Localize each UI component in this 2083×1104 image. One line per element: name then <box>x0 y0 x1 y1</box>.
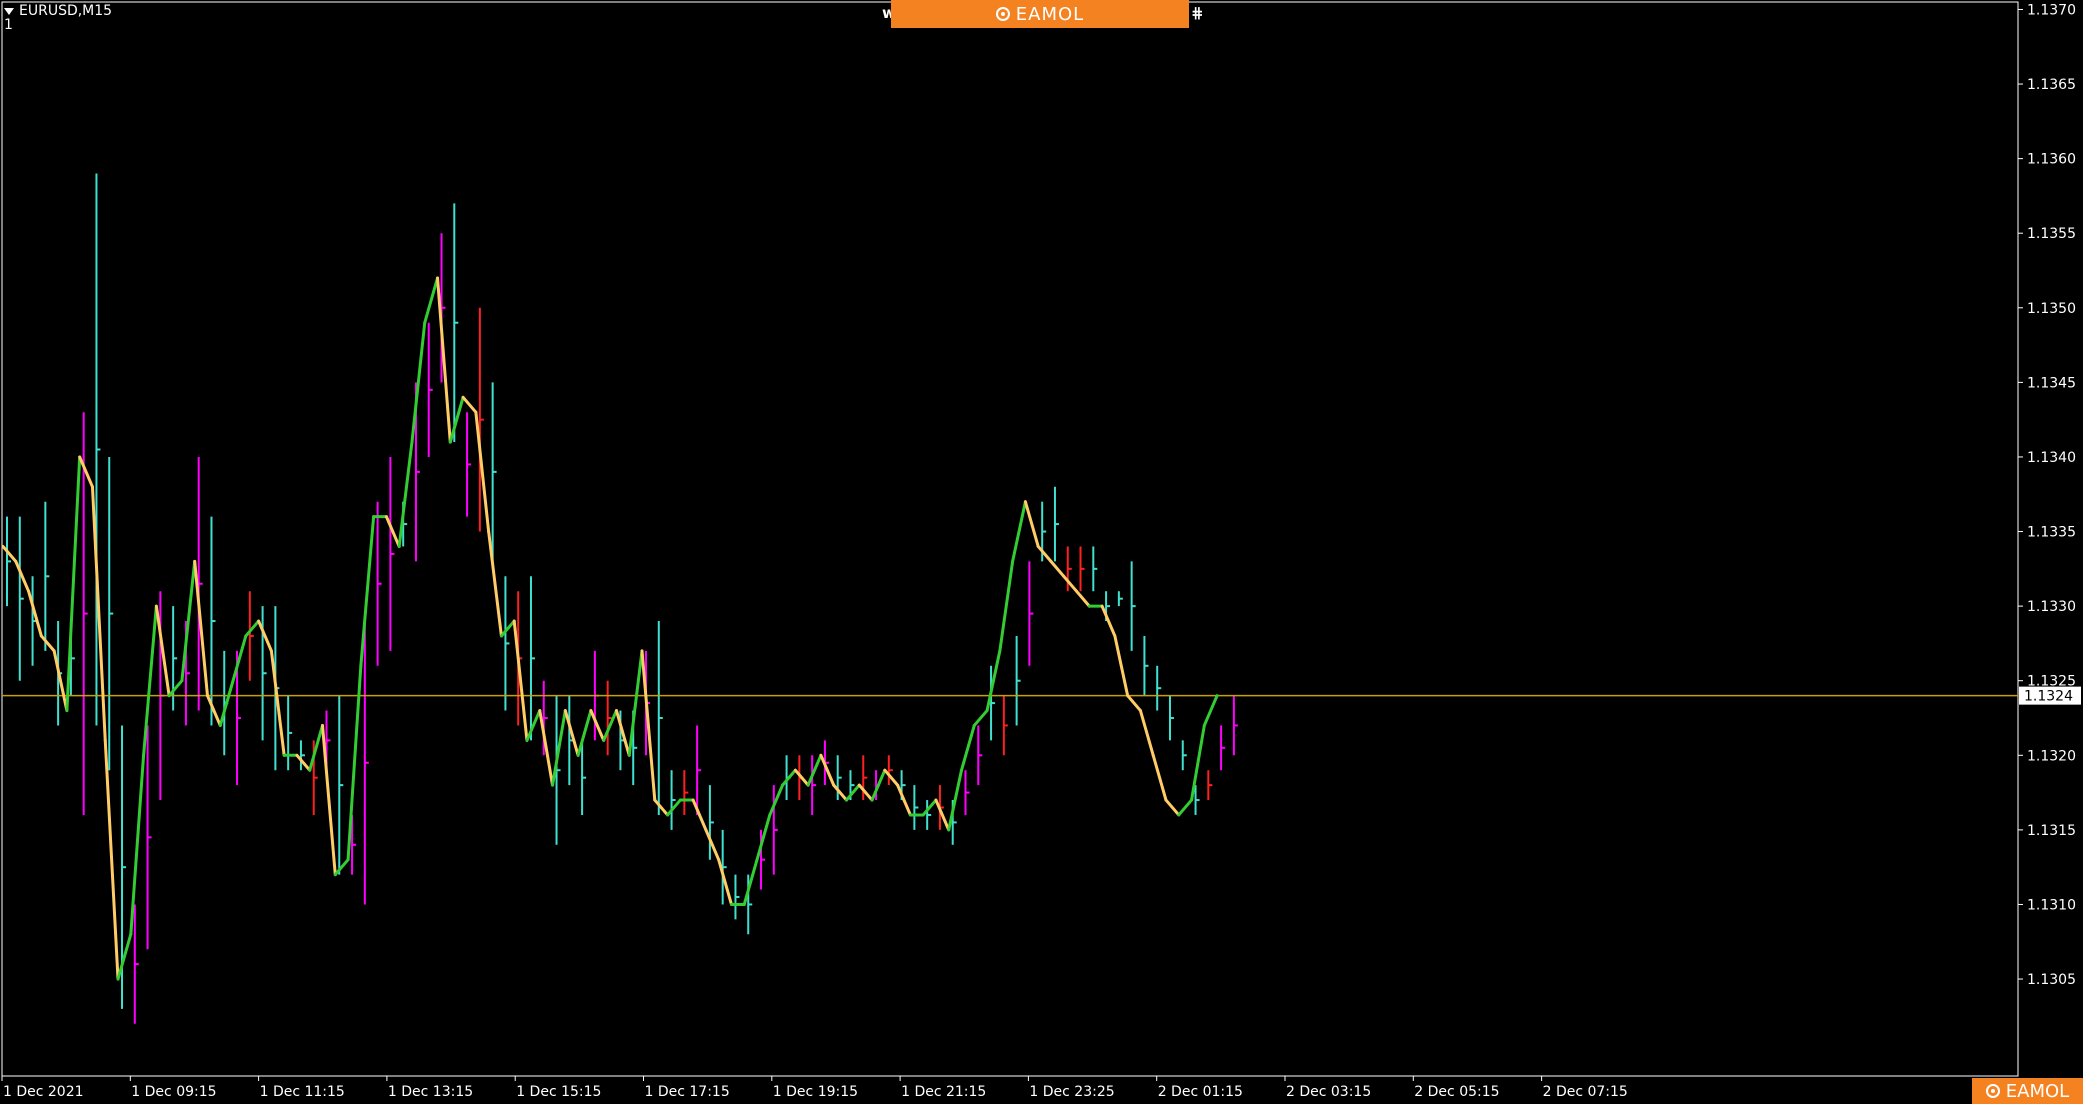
current-price-tag-label: 1.1324 <box>2024 689 2073 705</box>
y-axis-tick-label: 1.1340 <box>2027 450 2076 466</box>
brand-banner: EAMOL <box>891 0 1189 28</box>
symbol-label: EURUSD,M15 <box>19 3 113 19</box>
x-axis-tick-label: 2 Dec 01:15 <box>1158 1084 1243 1100</box>
x-axis-tick-label: 2 Dec 07:15 <box>1543 1084 1628 1100</box>
y-axis-tick-label: 1.1360 <box>2027 152 2076 168</box>
x-axis-tick-label: 1 Dec 2021 <box>3 1084 84 1100</box>
y-axis-tick-label: 1.1365 <box>2027 77 2076 93</box>
y-axis-tick-label: 1.1330 <box>2027 599 2076 615</box>
y-axis-tick-label: 1.1355 <box>2027 226 2076 242</box>
y-axis-tick-label: 1.1320 <box>2027 748 2076 764</box>
price-chart[interactable]: 1.13051.13101.13151.13201.13251.13301.13… <box>0 0 2083 1104</box>
brand-label: EAMOL <box>1015 3 1085 25</box>
x-axis-tick-label: 1 Dec 23:25 <box>1029 1084 1114 1100</box>
dropdown-triangle-icon[interactable] <box>4 7 14 15</box>
partially-hidden-text-right: ⋕ <box>1191 4 1204 22</box>
y-axis-tick-label: 1.1310 <box>2027 897 2076 913</box>
x-axis-tick-label: 1 Dec 21:15 <box>901 1084 986 1100</box>
y-axis-tick-label: 1.1350 <box>2027 301 2076 317</box>
brand-watermark: EAMOL <box>1972 1078 2083 1104</box>
x-axis-tick-label: 2 Dec 05:15 <box>1414 1084 1499 1100</box>
brand-logo-icon-small <box>1985 1084 2000 1098</box>
brand-watermark-label: EAMOL <box>2005 1080 2070 1102</box>
subwindow-label: 1 <box>4 17 13 33</box>
brand-logo-icon <box>995 7 1010 21</box>
y-axis-tick-label: 1.1335 <box>2027 525 2076 541</box>
x-axis-tick-label: 1 Dec 17:15 <box>645 1084 730 1100</box>
x-axis-tick-label: 1 Dec 11:15 <box>260 1084 345 1100</box>
chart-symbol-header: EURUSD,M15 1 <box>4 4 112 32</box>
y-axis-tick-label: 1.1315 <box>2027 823 2076 839</box>
y-axis-tick-label: 1.1370 <box>2027 2 2076 18</box>
x-axis-tick-label: 1 Dec 13:15 <box>388 1084 473 1100</box>
x-axis-tick-label: 1 Dec 15:15 <box>516 1084 601 1100</box>
y-axis-tick-label: 1.1345 <box>2027 375 2076 391</box>
x-axis-tick-label: 1 Dec 19:15 <box>773 1084 858 1100</box>
x-axis-tick-label: 2 Dec 03:15 <box>1286 1084 1371 1100</box>
y-axis-tick-label: 1.1305 <box>2027 972 2076 988</box>
x-axis-tick-label: 1 Dec 09:15 <box>131 1084 216 1100</box>
plot-frame <box>1 1 2019 1077</box>
